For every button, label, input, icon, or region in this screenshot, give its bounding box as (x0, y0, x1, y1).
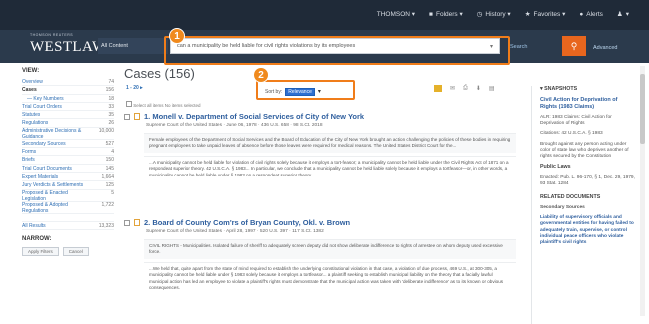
sidebar-item-expert-materials[interactable]: Expert Materials 1,664 (22, 173, 114, 182)
snapshots-panel: ▾ SNAPSHOTS Civil Action for Deprivation… (531, 86, 635, 324)
westlaw-logo[interactable]: WESTLAW (30, 39, 107, 56)
result-title-row: 2. Board of County Com'rs of Bryan Count… (124, 218, 519, 227)
sidebar-item-statutes[interactable]: Statutes 35 (22, 111, 114, 120)
nav-history[interactable]: ◷ History ▾ (477, 10, 511, 18)
result-excerpt: ...A municipality cannot be held liable … (144, 156, 516, 176)
clock-icon: ◷ (476, 11, 483, 18)
nav-alerts[interactable]: ● Alerts (579, 10, 603, 18)
print-icon[interactable]: ⎙ (463, 85, 468, 92)
view-heading: VIEW: (22, 68, 40, 74)
nav-user[interactable]: ♟ ▾ (617, 10, 629, 18)
snapshot-text-2: Citations: 42 U.S.C.A. § 1983 (540, 131, 603, 137)
content-selector[interactable]: All Content (98, 38, 168, 54)
scrollbar[interactable] (640, 66, 645, 316)
nav-thomson[interactable]: THOMSON ▾ (377, 10, 415, 18)
result-title-row: 1. Monell v. Department of Social Servic… (124, 112, 519, 121)
search-highlight-box (164, 36, 510, 65)
result-excerpt: ...We held that, quite apart from the st… (144, 262, 516, 302)
result-title-link[interactable]: 1. Monell v. Department of Social Servic… (144, 112, 364, 121)
sort-highlight-box (256, 80, 355, 100)
view-icon[interactable]: ▤ (489, 85, 495, 92)
callout-badge-2: 2 (253, 67, 269, 83)
sidebar-item-proposed-legislation[interactable]: Proposed & Enacted Legislation 5 (22, 190, 114, 202)
nav-folders[interactable]: ■ Folders ▾ (429, 10, 463, 19)
result-citation: Supreme Court of the United States · Apr… (146, 229, 324, 234)
sidebar-item-key-numbers[interactable]: — Key Numbers 18 (22, 95, 114, 103)
sidebar-item-admin-decisions[interactable]: Administrative Decisions & Guidance 10,00… (22, 128, 114, 140)
top-nav: THOMSON ▾ ■ Folders ▾ ◷ History ▾ ★ Favorit… (377, 10, 629, 19)
document-icon (134, 219, 140, 226)
select-all-row[interactable]: Select all items No items selected (126, 101, 201, 108)
public-laws-text: Enacted: Pub. L. 96-170, § 1, Dec. 29, 1… (540, 175, 635, 187)
star-icon: ★ (524, 11, 531, 18)
search-button[interactable]: ⚲ (562, 36, 586, 56)
result-checkbox[interactable] (124, 113, 130, 120)
sidebar-item-regulations[interactable]: Regulations 26 (22, 119, 114, 128)
snapshot-text-3: Brought against any person acting under … (540, 141, 629, 160)
result-item: 2. Board of County Com'rs of Bryan Count… (124, 218, 519, 302)
sidebar-item-overview[interactable]: Overview 74 (22, 78, 114, 87)
sidebar-item-proposed-regulations[interactable]: Proposed & Adopted Regulations 1,722 (22, 202, 114, 214)
document-icon (134, 113, 140, 120)
page-title: Cases (156) (124, 66, 195, 81)
sidebar-item-jury-verdicts[interactable]: Jury Verdicts & Settlements 125 (22, 181, 114, 190)
snapshot-title-link[interactable]: Civil Action for Deprivation of Rights (… (540, 97, 635, 111)
public-laws-heading: Public Laws (540, 164, 571, 171)
sidebar-item-secondary-sources[interactable]: Secondary Sources 527 (22, 140, 114, 149)
result-citation: Supreme Court of the United States · Jun… (146, 123, 323, 128)
sidebar-item-cases[interactable]: Cases 156 (22, 86, 114, 95)
user-icon: ♟ (616, 11, 623, 18)
folder-icon: ■ (429, 10, 433, 18)
callout-badge-1: 1 (169, 28, 185, 44)
email-icon[interactable]: ✉ (450, 85, 455, 92)
sidebar-item-all-results[interactable]: All Results 13,323 (22, 222, 114, 231)
related-doc-link[interactable]: Liability of supervisory officials and g… (540, 215, 635, 247)
search-icon: ⚲ (570, 40, 578, 51)
advanced-search-link[interactable]: Advanced (593, 45, 617, 51)
snapshot-text-1: ALR: 1983 Claims: Civil Action for Depri… (540, 115, 612, 127)
bell-icon: ● (579, 10, 584, 18)
sidebar-item-trial-court-documents[interactable]: Trial Court Documents 145 (22, 165, 114, 173)
secondary-sources-heading: Secondary Sources (540, 204, 585, 210)
sidebar-item-briefs[interactable]: Briefs 150 (22, 156, 114, 165)
select-all-checkbox[interactable] (126, 101, 132, 107)
result-title-link[interactable]: 2. Board of County Com'rs of Bryan Count… (144, 218, 350, 227)
search-within-link[interactable]: Search (510, 44, 527, 50)
result-item: 1. Monell v. Department of Social Servic… (124, 112, 519, 176)
scrollbar-thumb[interactable] (640, 74, 645, 144)
result-synopsis: Female employees of the Department of So… (144, 133, 516, 153)
narrow-buttons: Apply Filters Cancel (22, 247, 114, 257)
related-docs-heading: RELATED DOCUMENTS (540, 193, 601, 200)
apply-filters-button[interactable]: Apply Filters (22, 247, 59, 257)
sidebar-item-trial-court-orders[interactable]: Trial Court Orders 33 (22, 103, 114, 112)
folder-icon[interactable] (434, 85, 442, 92)
sidebar-item-blank (22, 214, 114, 222)
results-toolbar: ✉ ⎙ ⬇ ▤ (434, 85, 495, 92)
download-icon[interactable]: ⬇ (476, 85, 481, 92)
cancel-filters-button[interactable]: Cancel (62, 247, 89, 257)
top-bar: THOMSON ▾ ■ Folders ▾ ◷ History ▾ ★ Favorit… (0, 0, 649, 30)
result-synopsis: CIVIL RIGHTS - Municipalities. Isolated … (144, 239, 516, 259)
nav-favorites[interactable]: ★ Favorites ▾ (525, 10, 566, 18)
result-checkbox[interactable] (124, 219, 130, 226)
narrow-heading: NARROW: (22, 236, 52, 243)
sidebar-item-forms[interactable]: Forms 4 (22, 148, 114, 157)
left-sidebar: VIEW: Overview 74 Cases 156 — Key Numbers 1… (22, 68, 114, 324)
pagination[interactable]: 1 - 20 ▸ (126, 85, 143, 91)
results-main: Cases (156) 1 - 20 ▸ Sort by: Relevance … (124, 66, 524, 324)
brand-small: THOMSON REUTERS (30, 33, 74, 37)
snapshots-heading: ▾ SNAPSHOTS (540, 86, 578, 92)
